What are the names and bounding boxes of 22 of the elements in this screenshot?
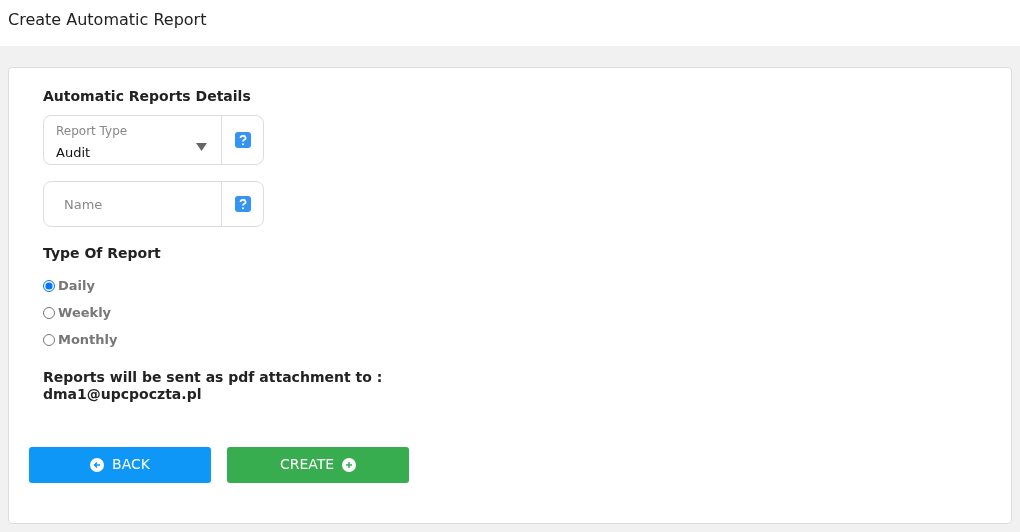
input-group[interactable]: Name xyxy=(43,181,264,227)
help-icon[interactable] xyxy=(234,196,251,212)
name-field[interactable]: Name xyxy=(44,182,221,226)
dropdown-icon xyxy=(196,143,207,151)
option-label: Monthly xyxy=(58,330,118,349)
section-title: Automatic Reports Details xyxy=(43,87,252,106)
radio-button[interactable] xyxy=(43,306,55,319)
section-title: Type Of Report xyxy=(43,244,162,263)
create-button[interactable]: CREATE xyxy=(227,446,409,483)
option-label: Weekly xyxy=(58,303,112,322)
report-type-select[interactable]: Report Type Audit xyxy=(43,115,264,165)
back-button[interactable]: BACK xyxy=(29,446,211,483)
help-icon[interactable] xyxy=(234,132,251,148)
radio-button[interactable] xyxy=(43,333,55,346)
plus-icon xyxy=(342,457,357,472)
select-value: Audit xyxy=(56,144,91,162)
option-label: Daily xyxy=(58,276,95,295)
radio-button[interactable] xyxy=(43,279,55,292)
page-title: Create Automatic Report xyxy=(8,10,207,29)
select-label: Report Type xyxy=(56,123,129,140)
email-text: dma1@upcpoczta.pl xyxy=(43,385,203,403)
note-text: Reports will be sent as pdf attachment to : xyxy=(43,369,384,386)
